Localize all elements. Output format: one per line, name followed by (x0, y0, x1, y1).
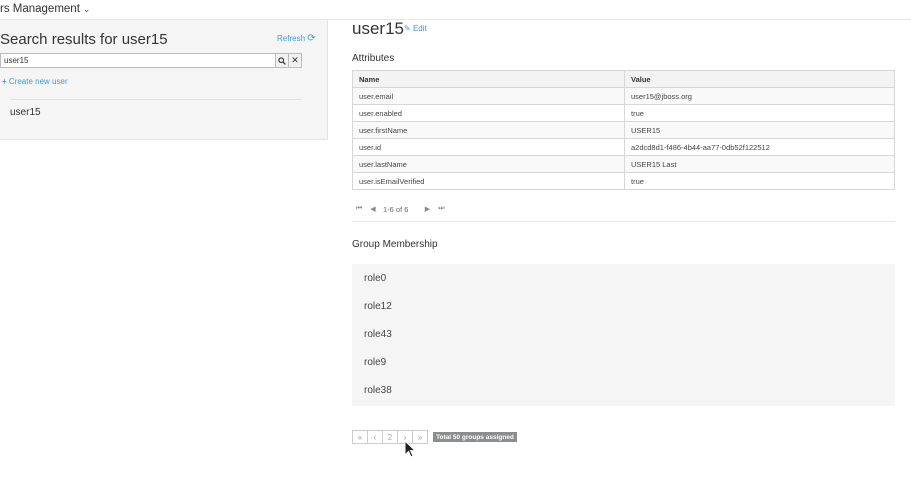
prev-page-icon[interactable]: ◀ (366, 205, 380, 213)
group-list: role0 role12 role43 role9 role38 (352, 264, 895, 406)
table-header-row: Name Value (352, 70, 895, 88)
total-groups-badge: Total 50 groups assigned (433, 432, 517, 442)
list-item[interactable]: role38 (364, 385, 392, 396)
search-icon (278, 56, 286, 65)
search-results-panel: Search results for user15 Refresh ⟳ ✕ + … (0, 20, 328, 140)
table-row: user.id a2dcd8d1-f486-4b44-aa77-0db52f12… (352, 138, 895, 156)
edit-label: Edit (412, 24, 427, 33)
chevron-down-icon: ⌄ (82, 4, 91, 14)
first-page-icon[interactable]: ⏮ (352, 205, 366, 213)
refresh-button[interactable]: Refresh ⟳ (277, 33, 316, 44)
attribute-value: a2dcd8d1-f486-4b44-aa77-0db52f122512 (624, 138, 895, 156)
first-page-button[interactable]: « (352, 430, 368, 444)
attribute-name: user.lastName (352, 155, 625, 173)
attribute-value: user15@jboss.org (624, 87, 895, 105)
search-button[interactable] (275, 53, 289, 68)
clear-search-button[interactable]: ✕ (288, 53, 302, 68)
list-item[interactable]: role9 (364, 357, 386, 368)
attribute-value: USER15 Last (624, 155, 895, 173)
app-title: rs Management (0, 3, 80, 15)
table-row: user.isEmailVerified true (352, 172, 895, 190)
edit-button[interactable]: ✎ Edit (404, 24, 427, 33)
list-item[interactable]: user15 (10, 107, 41, 118)
attribute-name: user.email (352, 87, 625, 105)
refresh-icon: ⟳ (307, 33, 316, 44)
create-new-user-label: Create new user (8, 77, 68, 86)
next-page-icon[interactable]: ▶ (420, 205, 434, 213)
create-new-user-link[interactable]: + Create new user (2, 77, 68, 86)
attribute-name: user.enabled (352, 104, 625, 122)
last-page-icon[interactable]: ⏭ (434, 205, 448, 213)
search-results-title: Search results for user15 (0, 31, 168, 48)
double-chevron-right-icon: » (417, 432, 423, 442)
attribute-value: true (624, 104, 895, 122)
attributes-table: Name Value user.email user15@jboss.org u… (352, 70, 895, 190)
attributes-pager: ⏮ ◀ 1-6 of 6 ▶ ⏭ (352, 203, 448, 215)
attributes-title: Attributes (352, 53, 395, 64)
plus-icon: + (2, 77, 7, 86)
search-input[interactable] (0, 53, 276, 68)
attribute-name: user.isEmailVerified (352, 172, 625, 190)
attribute-name: user.id (352, 138, 625, 156)
mouse-cursor-icon (404, 440, 416, 458)
user-title: user15 (352, 19, 404, 38)
table-row: user.lastName USER15 Last (352, 155, 895, 173)
list-item[interactable]: role0 (364, 273, 386, 284)
close-icon: ✕ (291, 55, 299, 65)
list-item[interactable]: role43 (364, 329, 392, 340)
top-bar: rs Management ⌄ (0, 0, 911, 20)
column-header-name: Name (352, 70, 625, 88)
attribute-value: USER15 (624, 121, 895, 139)
group-pager: « ‹ 2 › » Total 50 groups assigned (352, 430, 517, 444)
table-row: user.enabled true (352, 104, 895, 122)
pager-text: 1-6 of 6 (383, 204, 409, 214)
refresh-label: Refresh (277, 34, 306, 43)
table-row: user.firstName USER15 (352, 121, 895, 139)
chevron-left-icon: ‹ (373, 432, 377, 442)
app-menu[interactable]: rs Management ⌄ (0, 3, 90, 15)
attribute-value: true (624, 172, 895, 190)
page-number[interactable]: 2 (382, 430, 398, 444)
double-chevron-left-icon: « (357, 432, 363, 442)
pencil-icon: ✎ (404, 24, 411, 33)
list-item[interactable]: role12 (364, 301, 392, 312)
table-row: user.email user15@jboss.org (352, 87, 895, 105)
prev-page-button[interactable]: ‹ (367, 430, 383, 444)
divider (352, 221, 895, 222)
attribute-name: user.firstName (352, 121, 625, 139)
column-header-value: Value (624, 70, 895, 88)
divider (10, 99, 302, 100)
group-membership-title: Group Membership (352, 239, 438, 250)
